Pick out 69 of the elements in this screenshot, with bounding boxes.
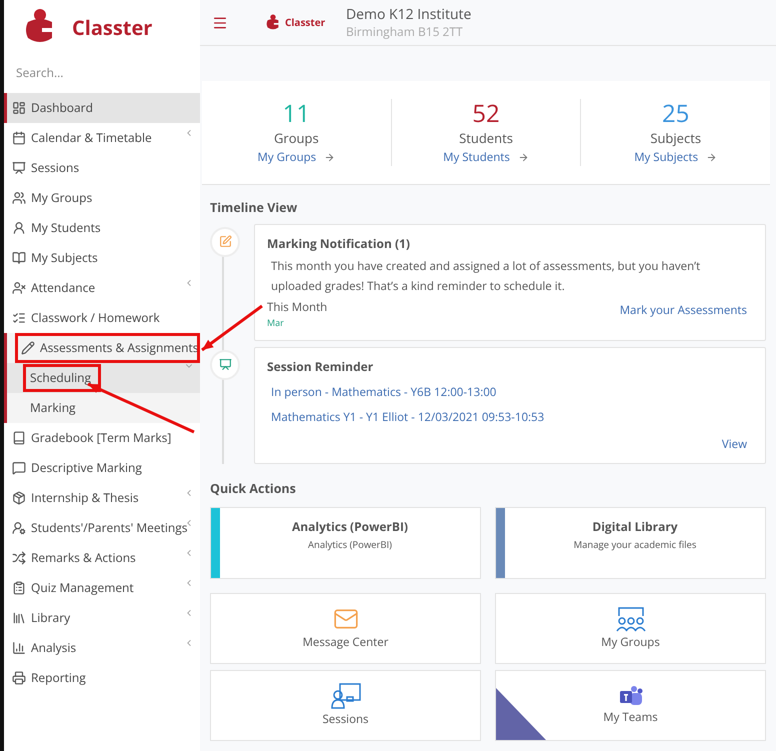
search-field[interactable]: Search... [16, 59, 188, 85]
card-text: This month you have created and assigned a lot of assessments, but you haven’t uploaded grades! That’s a kind reminder to schedule it. [270, 258, 702, 296]
card-link[interactable]: Mark your Assessments [620, 302, 747, 319]
institute-name: Demo K12 Institute [346, 6, 472, 24]
sidebar-item[interactable]: Descriptive Marking [7, 453, 200, 483]
sidebar-item[interactable]: Reporting [7, 663, 200, 693]
edit-icon [218, 235, 232, 248]
submenu-item[interactable]: Scheduling [7, 363, 200, 393]
quick-action-card[interactable]: My Groups [495, 593, 766, 664]
group-icon [616, 606, 646, 632]
stat-link[interactable]: My Students [443, 148, 529, 166]
card-link[interactable]: View [722, 436, 747, 454]
stat-link[interactable]: My Subjects [634, 148, 718, 166]
card-label: Message Center [302, 634, 388, 652]
card-subtitle: Manage your academic files [574, 538, 696, 552]
quick-action-card[interactable]: Digital Library Manage your academic files [495, 507, 766, 579]
teams-icon [618, 684, 642, 707]
sidebar-item[interactable]: Calendar & Timetable [7, 123, 200, 153]
sidebar-item[interactable]: Analysis [7, 633, 200, 663]
sidebar-item[interactable]: Students'/Parents' Meetings [7, 513, 200, 543]
sidebar-item[interactable]: Gradebook [Term Marks] [7, 423, 200, 453]
sidebar-item[interactable]: Sessions [7, 153, 200, 183]
sidebar-item[interactable]: Quiz Management [7, 573, 200, 603]
card-label: My Groups [601, 634, 660, 652]
quick-action-card[interactable]: Analytics (PowerBI) Analytics (PowerBI) [210, 507, 481, 579]
arrow-right-icon [518, 152, 529, 163]
stat-label: Groups [274, 129, 319, 149]
presenter-icon [330, 682, 360, 709]
presenter-icon [218, 358, 232, 371]
card-label: My Teams [603, 708, 658, 726]
corner-triangle [496, 688, 546, 740]
sidebar-item[interactable]: Dashboard [7, 93, 200, 123]
stat-label: Subjects [650, 129, 702, 149]
sidebar-item[interactable]: My Students [7, 213, 200, 243]
card-title: Digital Library [592, 518, 678, 536]
stat-count: 11 [282, 99, 310, 130]
card-title: Session Reminder [267, 358, 374, 376]
card-date: This Month [267, 298, 328, 316]
card-title: Analytics (PowerBI) [292, 518, 408, 536]
sidebar-item[interactable]: Assessments & Assignments [7, 333, 200, 363]
stat-count: 25 [662, 99, 690, 130]
header-logo-text: Classter [285, 15, 326, 30]
submenu-item[interactable]: Marking [7, 393, 200, 423]
sidebar-item[interactable]: Library [7, 603, 200, 633]
annotation-arrow [201, 304, 263, 352]
session-line[interactable]: Mathematics Y1 - Y1 Elliot - 12/03/2021 09:53-10:53 [267, 408, 753, 426]
arrow-right-icon [324, 152, 336, 163]
section-title: Quick Actions [210, 480, 297, 499]
session-line[interactable]: In person - Mathematics - Y6B 12:00-13:00 [267, 384, 753, 401]
sidebar-item[interactable]: My Subjects [7, 243, 200, 273]
sidebar-item[interactable]: Classwork / Homework [7, 303, 200, 333]
sidebar-item[interactable]: My Groups [7, 183, 200, 213]
quick-action-card[interactable]: My Teams [495, 670, 766, 741]
sidebar-item[interactable]: Attendance [7, 273, 200, 303]
sidebar-item[interactable]: Remarks & Actions [7, 543, 200, 573]
card-title: Marking Notification (1) [267, 234, 411, 253]
arrow-right-icon [706, 152, 718, 163]
stat-count: 52 [472, 99, 500, 130]
card-label: Sessions [322, 710, 369, 728]
card-subtitle: Analytics (PowerBI) [308, 538, 392, 552]
sidebar-item[interactable]: Internship & Thesis [7, 483, 200, 513]
quick-action-card[interactable]: Message Center [210, 593, 481, 664]
institute-address: Birmingham B15 2TT [346, 24, 464, 39]
quick-action-card[interactable]: Sessions [210, 670, 481, 741]
section-title: Timeline View [210, 199, 298, 218]
stat-label: Students [459, 129, 513, 149]
card-month: Mar [267, 316, 285, 330]
logo-text: Classter [72, 12, 152, 42]
stat-link[interactable]: My Groups [258, 148, 336, 166]
